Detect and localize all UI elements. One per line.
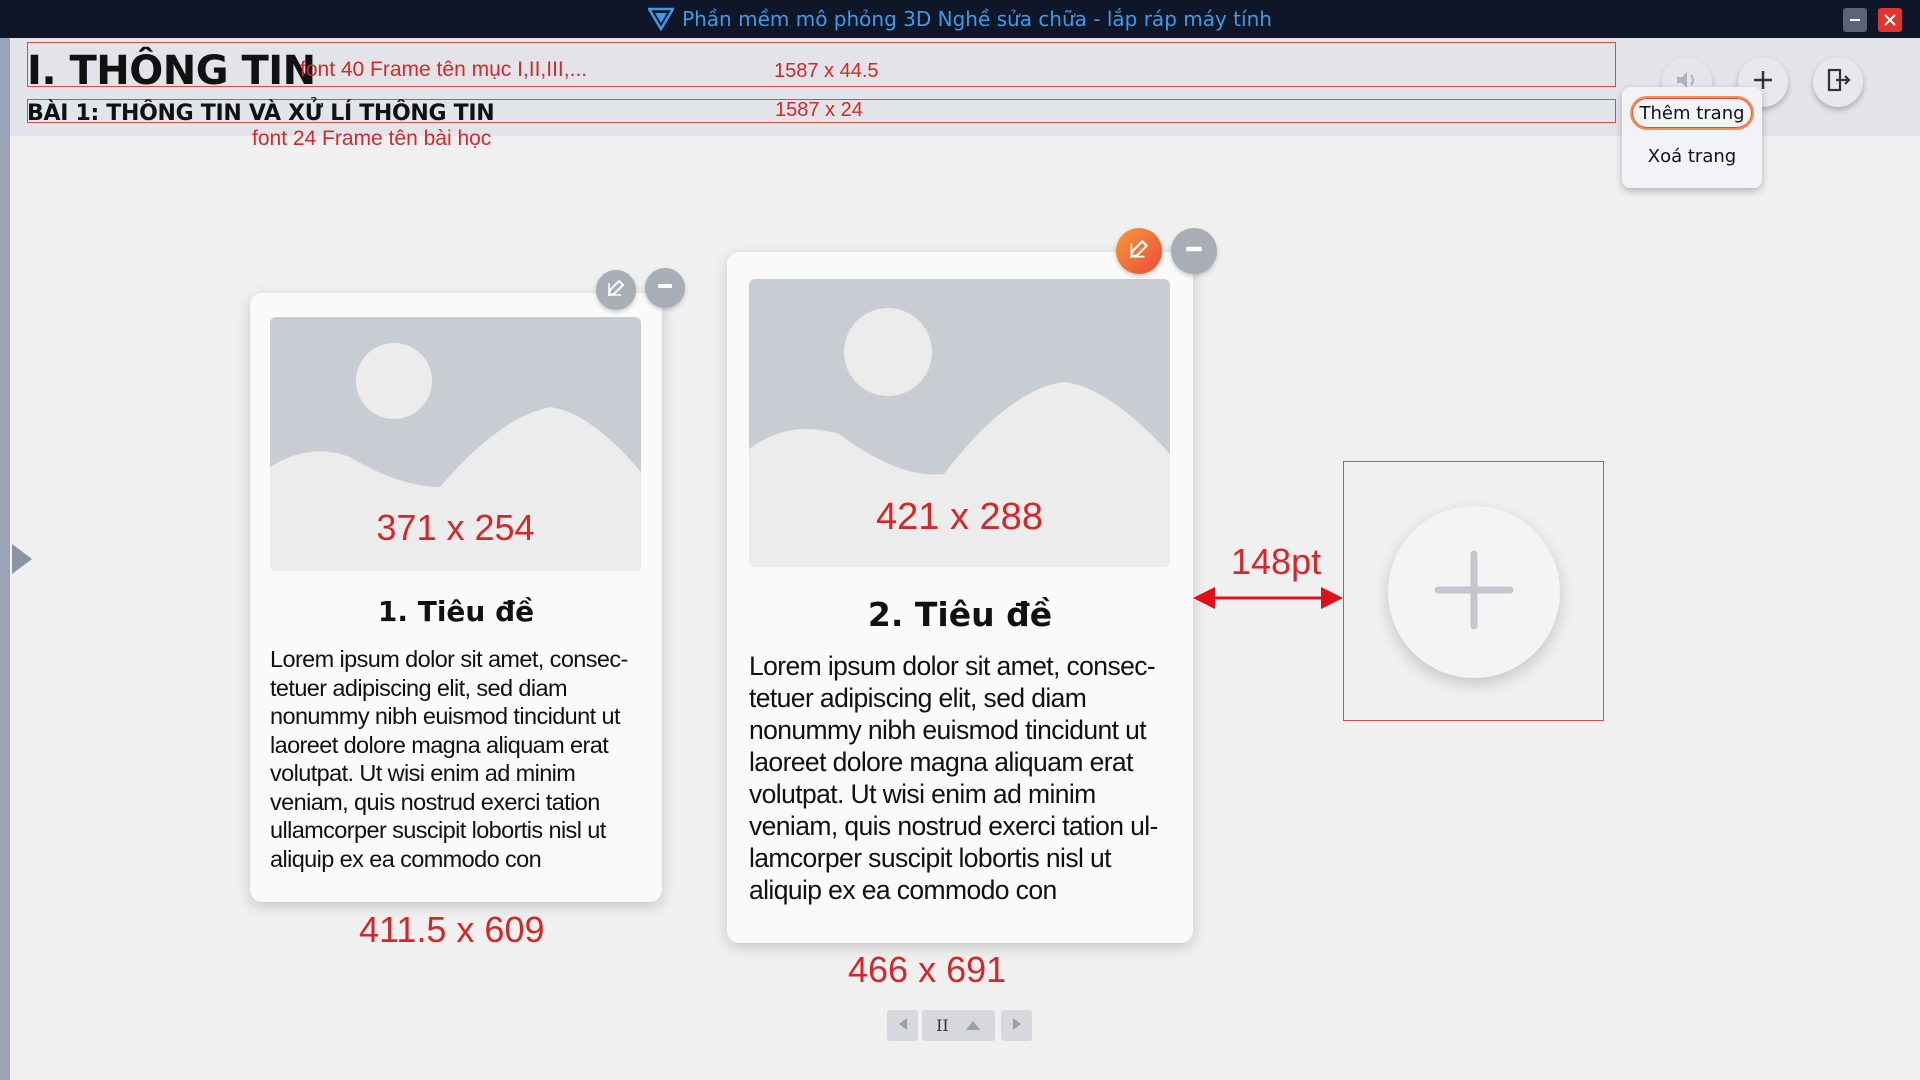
- window-title: Phần mềm mô phỏng 3D Nghề sửa chữa - lắp…: [0, 0, 1920, 38]
- delete-page-menu-item[interactable]: Xoá trang: [1630, 139, 1754, 173]
- next-page-button[interactable]: [1001, 1010, 1032, 1041]
- add-page-menu-item[interactable]: Thêm trang: [1630, 96, 1754, 130]
- section-font-annotation: font 40 Frame tên mục I,II,III,...: [300, 58, 588, 81]
- remove-card-1-button[interactable]: [645, 268, 685, 308]
- left-sidebar-strip: [0, 38, 10, 1080]
- card-title: 2. Tiêu đề: [867, 595, 1053, 634]
- lesson-font-annotation: font 24 Frame tên bài học: [252, 127, 492, 150]
- edit-card-2-button[interactable]: [1116, 228, 1162, 274]
- page-menu-popup: Thêm trang Xoá trang: [1622, 87, 1762, 188]
- image-placeholder[interactable]: 371 x 254: [270, 317, 641, 571]
- page-indicator: II: [922, 1010, 995, 1041]
- close-button[interactable]: [1878, 8, 1902, 32]
- card-body-text: Lorem ipsum dolor sit amet, consec-tetue…: [270, 646, 628, 872]
- edit-card-1-button[interactable]: [596, 270, 636, 310]
- exit-icon: [1824, 66, 1852, 98]
- remove-card-2-button[interactable]: [1171, 228, 1217, 274]
- content-card-2[interactable]: 421 x 288 2. Tiêu đề Lorem ipsum dolor s…: [727, 252, 1193, 943]
- window-title-text: Phần mềm mô phỏng 3D Nghề sửa chữa - lắp…: [682, 7, 1272, 31]
- card-1-size-annotation: 411.5 x 609: [359, 909, 545, 950]
- card-2-size-annotation: 466 x 691: [848, 949, 1007, 990]
- expand-sidebar-arrow-icon[interactable]: [12, 544, 32, 574]
- caret-up-icon[interactable]: [965, 1016, 981, 1035]
- card-body-text: Lorem ipsum dolor sit amet, consec-tetue…: [749, 651, 1158, 905]
- caret-right-icon: [1011, 1016, 1023, 1035]
- prev-page-button[interactable]: [887, 1010, 918, 1041]
- add-card-button[interactable]: [1388, 506, 1560, 678]
- image-size-annotation: 421 x 288: [876, 496, 1043, 538]
- edit-icon: [605, 277, 627, 303]
- minus-icon: [1183, 238, 1205, 264]
- edit-icon: [1127, 237, 1151, 265]
- section-title: I. THÔNG TIN: [27, 48, 316, 94]
- minimize-button[interactable]: [1843, 8, 1867, 32]
- caret-left-icon: [897, 1016, 909, 1035]
- spacing-annotation: 148pt: [1231, 541, 1322, 582]
- card-title: 1. Tiêu đề: [377, 595, 535, 628]
- current-page-label: II: [936, 1016, 949, 1035]
- title-bar: Phần mềm mô phỏng 3D Nghề sửa chữa - lắp…: [0, 0, 1920, 38]
- image-size-annotation: 371 x 254: [376, 507, 535, 548]
- lesson-frame-size-annotation: 1587 x 24: [775, 99, 863, 121]
- minus-icon: [655, 276, 675, 300]
- plus-icon: [1434, 550, 1514, 634]
- app-logo-icon: [648, 7, 675, 31]
- double-arrow-icon: [1193, 587, 1343, 609]
- section-frame-size-annotation: 1587 x 44.5: [774, 60, 879, 82]
- content-card-1[interactable]: 371 x 254 1. Tiêu đề Lorem ipsum dolor s…: [250, 293, 662, 902]
- exit-button[interactable]: [1813, 57, 1863, 107]
- lesson-title: BÀI 1: THÔNG TIN VÀ XỬ LÍ THÔNG TIN: [27, 101, 495, 126]
- image-placeholder[interactable]: 421 x 288: [749, 279, 1170, 567]
